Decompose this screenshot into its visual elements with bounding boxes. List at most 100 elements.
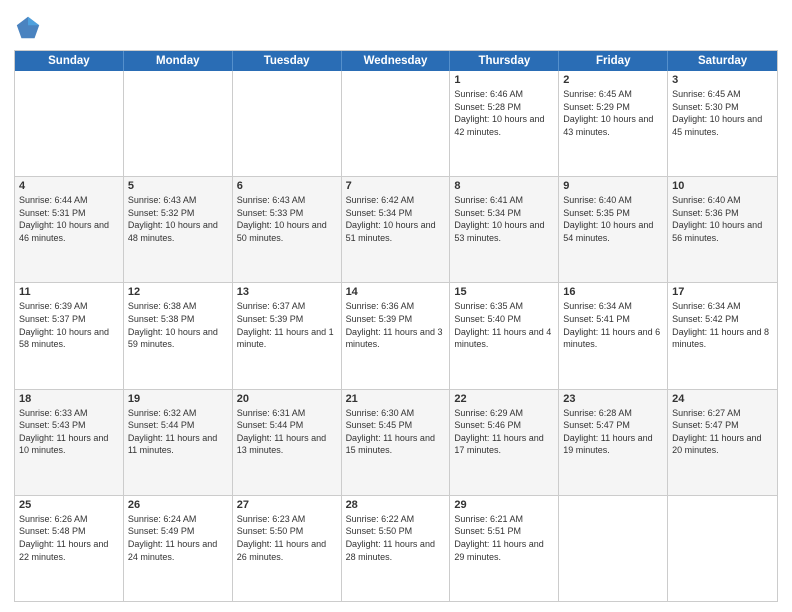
calendar-cell-25: 25 Sunrise: 6:26 AM Sunset: 5:48 PM Dayli… [15,496,124,601]
calendar-cell-3: 3 Sunrise: 6:45 AM Sunset: 5:30 PM Daylig… [668,71,777,176]
day-number: 8 [454,180,554,192]
day-number: 7 [346,180,446,192]
calendar-cell-22: 22 Sunrise: 6:29 AM Sunset: 5:46 PM Dayli… [450,390,559,495]
cell-info: Sunrise: 6:32 AM Sunset: 5:44 PM Dayligh… [128,407,228,457]
cell-info: Sunrise: 6:29 AM Sunset: 5:46 PM Dayligh… [454,407,554,457]
header-day-sunday: Sunday [15,51,124,71]
calendar-cell-24: 24 Sunrise: 6:27 AM Sunset: 5:47 PM Dayli… [668,390,777,495]
cell-info: Sunrise: 6:41 AM Sunset: 5:34 PM Dayligh… [454,194,554,244]
calendar-cell-13: 13 Sunrise: 6:37 AM Sunset: 5:39 PM Dayli… [233,283,342,388]
cell-info: Sunrise: 6:43 AM Sunset: 5:32 PM Dayligh… [128,194,228,244]
cell-info: Sunrise: 6:45 AM Sunset: 5:29 PM Dayligh… [563,88,663,138]
cell-info: Sunrise: 6:24 AM Sunset: 5:49 PM Dayligh… [128,513,228,563]
calendar-cell-4: 4 Sunrise: 6:44 AM Sunset: 5:31 PM Daylig… [15,177,124,282]
day-number: 14 [346,286,446,298]
cell-info: Sunrise: 6:40 AM Sunset: 5:35 PM Dayligh… [563,194,663,244]
cell-info: Sunrise: 6:28 AM Sunset: 5:47 PM Dayligh… [563,407,663,457]
cell-info: Sunrise: 6:44 AM Sunset: 5:31 PM Dayligh… [19,194,119,244]
header-day-wednesday: Wednesday [342,51,451,71]
day-number: 10 [672,180,773,192]
calendar-cell-9: 9 Sunrise: 6:40 AM Sunset: 5:35 PM Daylig… [559,177,668,282]
day-number: 15 [454,286,554,298]
day-number: 29 [454,499,554,511]
day-number: 13 [237,286,337,298]
calendar-cell-10: 10 Sunrise: 6:40 AM Sunset: 5:36 PM Dayli… [668,177,777,282]
cell-info: Sunrise: 6:33 AM Sunset: 5:43 PM Dayligh… [19,407,119,457]
cell-info: Sunrise: 6:39 AM Sunset: 5:37 PM Dayligh… [19,300,119,350]
cell-info: Sunrise: 6:46 AM Sunset: 5:28 PM Dayligh… [454,88,554,138]
calendar-cell-5: 5 Sunrise: 6:43 AM Sunset: 5:32 PM Daylig… [124,177,233,282]
calendar-body: 1Sunrise: 6:46 AM Sunset: 5:28 PM Daylig… [15,71,777,601]
day-number: 18 [19,393,119,405]
cell-info: Sunrise: 6:45 AM Sunset: 5:30 PM Dayligh… [672,88,773,138]
calendar-cell-14: 14 Sunrise: 6:36 AM Sunset: 5:39 PM Dayli… [342,283,451,388]
calendar-cell-21: 21 Sunrise: 6:30 AM Sunset: 5:45 PM Dayli… [342,390,451,495]
day-number: 20 [237,393,337,405]
cell-info: Sunrise: 6:21 AM Sunset: 5:51 PM Dayligh… [454,513,554,563]
calendar-cell-15: 15 Sunrise: 6:35 AM Sunset: 5:40 PM Dayli… [450,283,559,388]
day-number: 4 [19,180,119,192]
header [14,10,778,42]
calendar-cell-19: 19 Sunrise: 6:32 AM Sunset: 5:44 PM Dayli… [124,390,233,495]
calendar-cell-23: 23Sunrise: 6:28 AM Sunset: 5:47 PM Dayli… [559,390,668,495]
day-number: 3 [672,74,773,86]
day-number: 11 [19,286,119,298]
calendar-cell-empty-4-6 [668,496,777,601]
calendar-header: SundayMondayTuesdayWednesdayThursdayFrid… [15,51,777,71]
header-day-tuesday: Tuesday [233,51,342,71]
day-number: 17 [672,286,773,298]
calendar-cell-17: 17 Sunrise: 6:34 AM Sunset: 5:42 PM Dayli… [668,283,777,388]
cell-info: Sunrise: 6:22 AM Sunset: 5:50 PM Dayligh… [346,513,446,563]
cell-info: Sunrise: 6:43 AM Sunset: 5:33 PM Dayligh… [237,194,337,244]
calendar-cell-11: 11 Sunrise: 6:39 AM Sunset: 5:37 PM Dayli… [15,283,124,388]
logo [14,14,46,42]
day-number: 19 [128,393,228,405]
calendar-row-4: 25 Sunrise: 6:26 AM Sunset: 5:48 PM Dayli… [15,495,777,601]
day-number: 9 [563,180,663,192]
cell-info: Sunrise: 6:34 AM Sunset: 5:41 PM Dayligh… [563,300,663,350]
calendar-cell-18: 18 Sunrise: 6:33 AM Sunset: 5:43 PM Dayli… [15,390,124,495]
page: SundayMondayTuesdayWednesdayThursdayFrid… [0,0,792,612]
header-day-monday: Monday [124,51,233,71]
calendar-cell-empty-0-2 [233,71,342,176]
cell-info: Sunrise: 6:42 AM Sunset: 5:34 PM Dayligh… [346,194,446,244]
calendar-cell-20: 20Sunrise: 6:31 AM Sunset: 5:44 PM Dayli… [233,390,342,495]
day-number: 24 [672,393,773,405]
calendar-row-3: 18 Sunrise: 6:33 AM Sunset: 5:43 PM Dayli… [15,389,777,495]
cell-info: Sunrise: 6:37 AM Sunset: 5:39 PM Dayligh… [237,300,337,350]
day-number: 26 [128,499,228,511]
day-number: 5 [128,180,228,192]
calendar-cell-7: 7 Sunrise: 6:42 AM Sunset: 5:34 PM Daylig… [342,177,451,282]
cell-info: Sunrise: 6:30 AM Sunset: 5:45 PM Dayligh… [346,407,446,457]
day-number: 25 [19,499,119,511]
header-day-friday: Friday [559,51,668,71]
cell-info: Sunrise: 6:27 AM Sunset: 5:47 PM Dayligh… [672,407,773,457]
header-day-saturday: Saturday [668,51,777,71]
cell-info: Sunrise: 6:36 AM Sunset: 5:39 PM Dayligh… [346,300,446,350]
calendar-row-1: 4 Sunrise: 6:44 AM Sunset: 5:31 PM Daylig… [15,176,777,282]
calendar-cell-12: 12Sunrise: 6:38 AM Sunset: 5:38 PM Dayli… [124,283,233,388]
cell-info: Sunrise: 6:34 AM Sunset: 5:42 PM Dayligh… [672,300,773,350]
calendar-cell-16: 16 Sunrise: 6:34 AM Sunset: 5:41 PM Dayli… [559,283,668,388]
cell-info: Sunrise: 6:40 AM Sunset: 5:36 PM Dayligh… [672,194,773,244]
cell-info: Sunrise: 6:23 AM Sunset: 5:50 PM Dayligh… [237,513,337,563]
calendar-cell-26: 26 Sunrise: 6:24 AM Sunset: 5:49 PM Dayli… [124,496,233,601]
day-number: 2 [563,74,663,86]
calendar-cell-empty-4-5 [559,496,668,601]
day-number: 16 [563,286,663,298]
calendar-cell-empty-0-0 [15,71,124,176]
cell-info: Sunrise: 6:35 AM Sunset: 5:40 PM Dayligh… [454,300,554,350]
calendar-cell-1: 1Sunrise: 6:46 AM Sunset: 5:28 PM Daylig… [450,71,559,176]
calendar-cell-6: 6Sunrise: 6:43 AM Sunset: 5:33 PM Daylig… [233,177,342,282]
calendar-row-0: 1Sunrise: 6:46 AM Sunset: 5:28 PM Daylig… [15,71,777,176]
day-number: 22 [454,393,554,405]
day-number: 28 [346,499,446,511]
calendar-cell-8: 8 Sunrise: 6:41 AM Sunset: 5:34 PM Daylig… [450,177,559,282]
calendar-cell-2: 2 Sunrise: 6:45 AM Sunset: 5:29 PM Daylig… [559,71,668,176]
calendar-cell-empty-0-3 [342,71,451,176]
day-number: 27 [237,499,337,511]
calendar-cell-27: 27 Sunrise: 6:23 AM Sunset: 5:50 PM Dayli… [233,496,342,601]
calendar-cell-29: 29 Sunrise: 6:21 AM Sunset: 5:51 PM Dayli… [450,496,559,601]
cell-info: Sunrise: 6:26 AM Sunset: 5:48 PM Dayligh… [19,513,119,563]
day-number: 21 [346,393,446,405]
